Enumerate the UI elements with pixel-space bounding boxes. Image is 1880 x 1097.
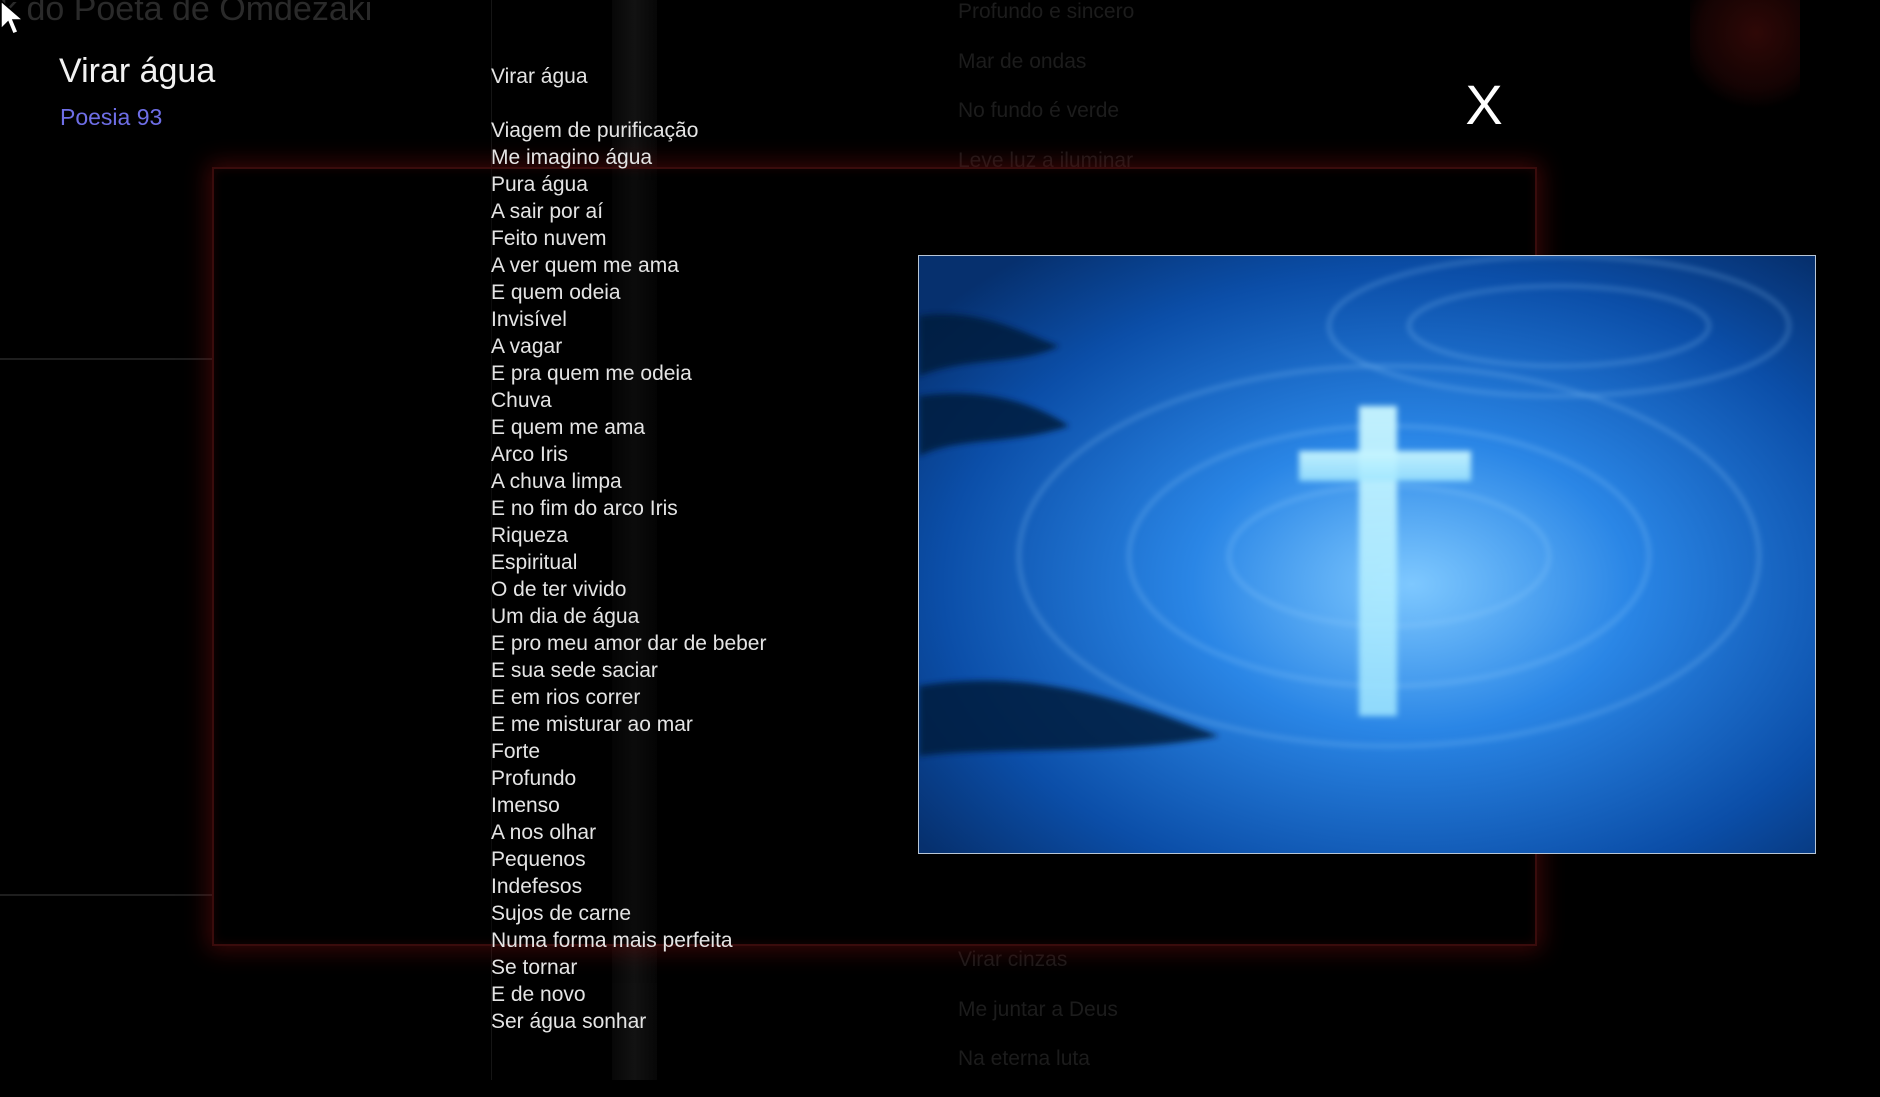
poem-line: Ser água sonhar: [491, 1010, 647, 1033]
poem-line: Arco Iris: [491, 443, 569, 466]
poem-line: Riqueza: [491, 524, 569, 547]
background-divider: [0, 894, 212, 896]
poem-line: A chuva limpa: [491, 470, 622, 493]
poem-line: E em rios correr: [491, 686, 641, 709]
poem-line: Espiritual: [491, 551, 578, 574]
poem-line: Indefesos: [491, 875, 583, 898]
poem-lines: Viagem de purificação Me imagino água Pu…: [491, 117, 766, 1035]
poem-line: Um dia de água: [491, 605, 640, 628]
poem-line: Pura água: [491, 173, 588, 196]
poem-line: Sujos de carne: [491, 902, 632, 925]
background-divider: [0, 358, 212, 360]
poem-line: E quem odeia: [491, 281, 621, 304]
poem-line: A sair por aí: [491, 200, 604, 223]
background-decoration: [1690, 0, 1800, 110]
poem-line: A ver quem me ama: [491, 254, 679, 277]
close-button[interactable]: X: [1458, 72, 1510, 138]
poem-line: A nos olhar: [491, 821, 597, 844]
poem-line: O de ter vivido: [491, 578, 627, 601]
poem-heading: Virar água: [491, 65, 588, 88]
poem-line: Forte: [491, 740, 541, 763]
poem-line: Me imagino água: [491, 146, 653, 169]
background-line: Virar cinzas: [958, 948, 1068, 971]
poem-line: E sua sede saciar: [491, 659, 658, 682]
poem-line: Invisível: [491, 308, 567, 331]
poem-line: Viagem de purificação: [491, 119, 699, 142]
background-line: Profundo e sincero: [958, 0, 1135, 23]
cross-on-water-image: [918, 255, 1816, 854]
poem-line: Chuva: [491, 389, 552, 412]
background-page-title: k do Poeta de Omdezaki: [0, 0, 373, 28]
background-line: Me juntar a Deus: [958, 997, 1118, 1021]
cross-on-water-illustration: [919, 256, 1815, 853]
poem-line: Profundo: [491, 767, 577, 790]
poem-line: Feito nuvem: [491, 227, 607, 250]
poem-title: Virar água: [59, 52, 216, 90]
mouse-cursor-icon: [0, 0, 26, 35]
poem-line: Imenso: [491, 794, 560, 817]
poem-line: Pequenos: [491, 848, 586, 871]
background-line: No fundo é verde: [958, 99, 1120, 122]
poem-line: E de novo: [491, 983, 586, 1006]
poem-line: Se tornar: [491, 956, 578, 979]
background-poem-lines-bottom: Virar cinzas Me juntar a Deus Na eterna …: [958, 948, 1118, 1097]
poem-line: E no fim do arco Iris: [491, 497, 678, 520]
background-line: Mar de ondas: [958, 49, 1087, 73]
poem-line: Numa forma mais perfeita: [491, 929, 733, 952]
background-line: Na eterna luta: [958, 1047, 1090, 1070]
poem-subtitle: Poesia 93: [60, 104, 163, 130]
poem-line: E quem me ama: [491, 416, 646, 439]
poem-line: A vagar: [491, 335, 563, 358]
poem-line: E pro meu amor dar de beber: [491, 632, 767, 655]
poem-line: E pra quem me odeia: [491, 362, 692, 385]
poem-line: E me misturar ao mar: [491, 713, 693, 736]
